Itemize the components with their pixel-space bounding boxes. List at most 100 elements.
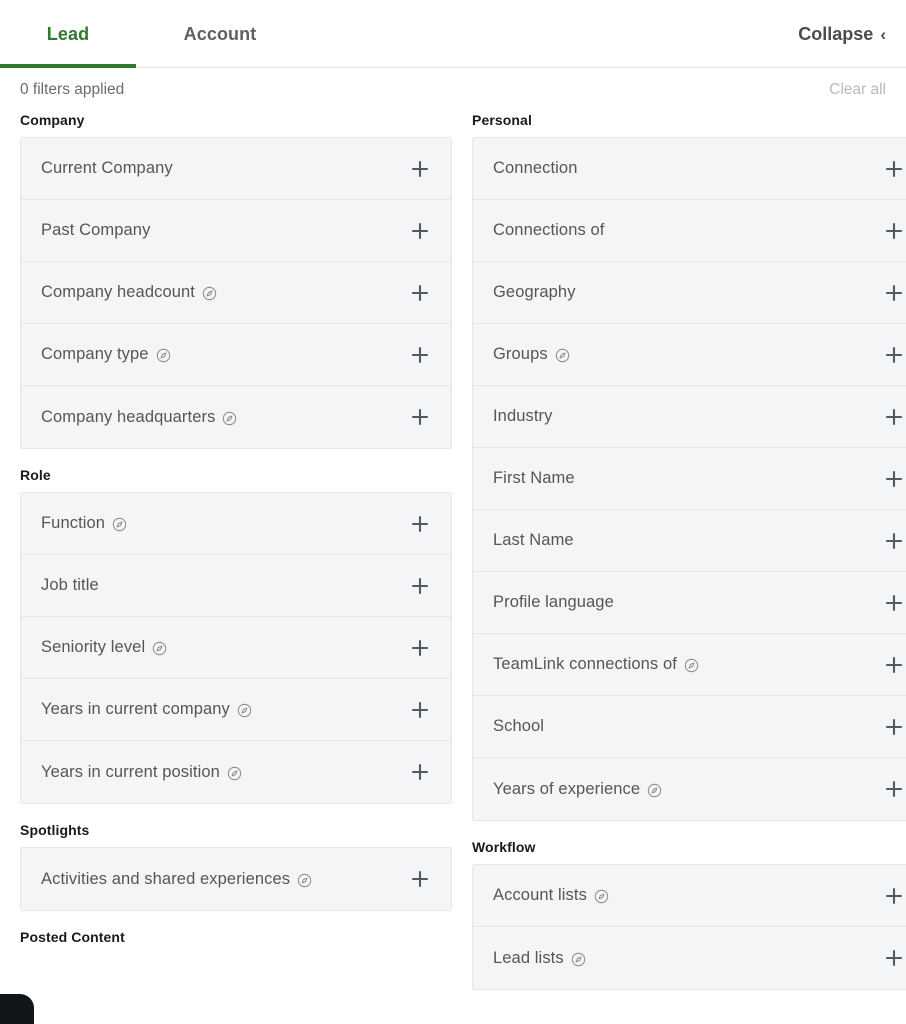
plus-icon[interactable] — [407, 511, 433, 537]
filter-row-groups[interactable]: Groups — [473, 324, 906, 386]
plus-icon[interactable] — [407, 635, 433, 661]
filter-row-years-in-current-position[interactable]: Years in current position — [21, 741, 451, 803]
filter-row-seniority-level[interactable]: Seniority level — [21, 617, 451, 679]
filter-row-connections-of[interactable]: Connections of — [473, 200, 906, 262]
filter-label: Lead lists — [493, 949, 586, 968]
filter-section-workflow: WorkflowAccount listsLead lists — [472, 839, 906, 990]
plus-icon[interactable] — [407, 759, 433, 785]
collapse-button[interactable]: Collapse ‹ — [798, 0, 886, 68]
plus-icon[interactable] — [407, 280, 433, 306]
plus-icon[interactable] — [881, 218, 906, 244]
left-column: CompanyCurrent CompanyPast CompanyCompan… — [20, 112, 452, 954]
plus-icon[interactable] — [881, 714, 906, 740]
filter-label-text: Job title — [41, 576, 99, 595]
plus-icon[interactable] — [881, 280, 906, 306]
collapse-label: Collapse — [798, 24, 873, 45]
plus-icon[interactable] — [881, 342, 906, 368]
plus-icon[interactable] — [407, 342, 433, 368]
filter-label: Function — [41, 514, 127, 533]
filter-row-years-in-current-company[interactable]: Years in current company — [21, 679, 451, 741]
plus-icon[interactable] — [407, 573, 433, 599]
filter-row-job-title[interactable]: Job title — [21, 555, 451, 617]
plus-icon[interactable] — [881, 156, 906, 182]
filter-panel: Lead Account Collapse ‹ 0 filters applie… — [0, 0, 906, 1024]
tab-account-label: Account — [184, 24, 257, 45]
filter-label-text: Connection — [493, 159, 577, 178]
filter-label-text: Profile language — [493, 593, 614, 612]
filters-applied-count: 0 filters applied — [20, 81, 124, 99]
filter-label: Industry — [493, 407, 553, 426]
plus-icon[interactable] — [881, 404, 906, 430]
plus-icon[interactable] — [881, 528, 906, 554]
sales-navigator-compass-icon — [555, 348, 570, 363]
plus-icon[interactable] — [881, 466, 906, 492]
plus-icon[interactable] — [881, 883, 906, 909]
filter-row-account-lists[interactable]: Account lists — [473, 865, 906, 927]
plus-icon[interactable] — [881, 590, 906, 616]
filter-label-text: Company headcount — [41, 283, 195, 302]
filter-row-connection[interactable]: Connection — [473, 138, 906, 200]
filter-label: Seniority level — [41, 638, 167, 657]
filter-label: Company type — [41, 345, 171, 364]
filter-row-current-company[interactable]: Current Company — [21, 138, 451, 200]
filter-card: Function Job title Seniority level Years in… — [20, 492, 452, 804]
plus-icon[interactable] — [407, 866, 433, 892]
tab-lead[interactable]: Lead — [0, 0, 136, 68]
filter-label-text: Lead lists — [493, 949, 564, 968]
plus-icon[interactable] — [881, 776, 906, 802]
filter-label: Profile language — [493, 593, 614, 612]
filter-row-first-name[interactable]: First Name — [473, 448, 906, 510]
plus-icon[interactable] — [881, 652, 906, 678]
filter-label: First Name — [493, 469, 575, 488]
plus-icon[interactable] — [407, 404, 433, 430]
filter-row-geography[interactable]: Geography — [473, 262, 906, 324]
filter-row-company-headcount[interactable]: Company headcount — [21, 262, 451, 324]
filter-section-posted-content: Posted Content — [20, 929, 452, 945]
plus-icon[interactable] — [881, 945, 906, 971]
filter-label: Last Name — [493, 531, 574, 550]
sales-navigator-compass-icon — [156, 348, 171, 363]
filter-label: TeamLink connections of — [493, 655, 699, 674]
filter-section-role: RoleFunctionJob titleSeniority levelYear… — [20, 467, 452, 804]
plus-icon[interactable] — [407, 156, 433, 182]
filter-row-function[interactable]: Function — [21, 493, 451, 555]
filter-label-text: Groups — [493, 345, 548, 364]
filter-label: Company headquarters — [41, 408, 237, 427]
filter-row-activities-and-shared-experiences[interactable]: Activities and shared experiences — [21, 848, 451, 910]
filter-row-lead-lists[interactable]: Lead lists — [473, 927, 906, 989]
tab-account[interactable]: Account — [136, 0, 304, 68]
filter-section-personal: PersonalConnectionConnections ofGeograph… — [472, 112, 906, 821]
filter-label: Current Company — [41, 159, 173, 178]
filter-row-company-headquarters[interactable]: Company headquarters — [21, 386, 451, 448]
filter-label-text: School — [493, 717, 544, 736]
filter-row-school[interactable]: School — [473, 696, 906, 758]
filter-label-text: Function — [41, 514, 105, 533]
floating-action-overlay[interactable] — [0, 994, 34, 1024]
section-title: Spotlights — [20, 822, 452, 838]
filter-label: School — [493, 717, 544, 736]
filter-status-bar: 0 filters applied Clear all — [0, 68, 906, 112]
filter-row-years-of-experience[interactable]: Years of experience — [473, 758, 906, 820]
filter-label-text: Activities and shared experiences — [41, 870, 290, 889]
filter-row-past-company[interactable]: Past Company — [21, 200, 451, 262]
filter-label: Activities and shared experiences — [41, 870, 312, 889]
filter-label: Job title — [41, 576, 99, 595]
filter-label-text: Geography — [493, 283, 576, 302]
plus-icon[interactable] — [407, 697, 433, 723]
filter-label-text: First Name — [493, 469, 575, 488]
filter-row-industry[interactable]: Industry — [473, 386, 906, 448]
filter-card: Activities and shared experiences — [20, 847, 452, 911]
plus-icon[interactable] — [407, 218, 433, 244]
sales-navigator-compass-icon — [594, 889, 609, 904]
sales-navigator-compass-icon — [571, 952, 586, 967]
filter-label: Connection — [493, 159, 577, 178]
clear-all-button[interactable]: Clear all — [829, 81, 886, 99]
filter-row-company-type[interactable]: Company type — [21, 324, 451, 386]
filter-row-teamlink-connections-of[interactable]: TeamLink connections of — [473, 634, 906, 696]
filter-section-spotlights: Spotlights Activities and shared experien… — [20, 822, 452, 911]
filter-label-text: Company type — [41, 345, 149, 364]
sales-navigator-compass-icon — [222, 411, 237, 426]
filter-row-profile-language[interactable]: Profile language — [473, 572, 906, 634]
filter-label-text: Company headquarters — [41, 408, 215, 427]
filter-row-last-name[interactable]: Last Name — [473, 510, 906, 572]
